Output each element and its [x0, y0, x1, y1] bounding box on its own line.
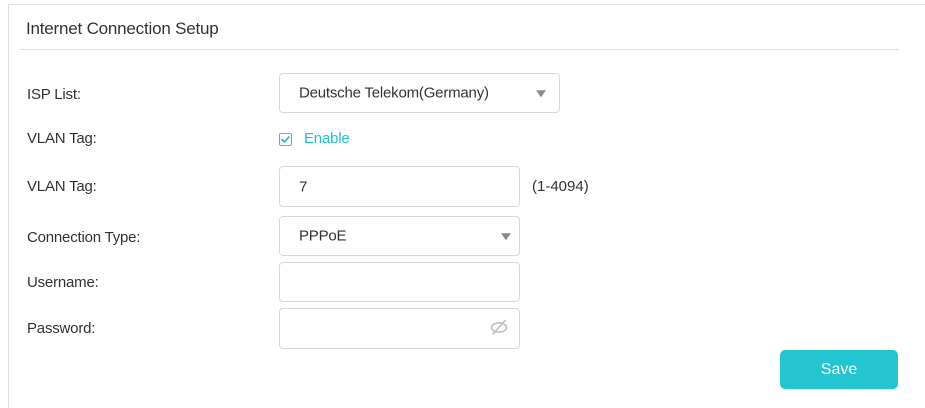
vlan-enable-checkbox[interactable] — [279, 133, 292, 146]
checkmark-icon — [281, 136, 290, 143]
vlan-tag-label: VLAN Tag: — [27, 178, 97, 195]
vlan-enable-text[interactable]: Enable — [304, 130, 350, 147]
connection-type-label: Connection Type: — [27, 229, 141, 246]
password-input[interactable] — [279, 308, 520, 349]
title-divider — [20, 49, 899, 50]
username-label: Username: — [27, 274, 99, 291]
vlan-enable-label: VLAN Tag: — [27, 130, 97, 147]
caret-down-icon — [536, 90, 546, 98]
eye-hidden-icon[interactable] — [489, 319, 509, 339]
username-input[interactable] — [279, 262, 520, 302]
isp-list-value: Deutsche Telekom(Germany) — [299, 84, 489, 102]
vlan-tag-input[interactable]: 7 — [279, 166, 520, 207]
save-button[interactable]: Save — [780, 350, 898, 389]
connection-type-select[interactable]: PPPoE — [279, 216, 520, 256]
isp-list-label: ISP List: — [27, 86, 81, 103]
vlan-tag-range-hint: (1-4094) — [532, 178, 589, 195]
vlan-tag-value: 7 — [299, 178, 308, 195]
connection-type-value: PPPoE — [299, 227, 347, 245]
page-title: Internet Connection Setup — [26, 19, 219, 38]
password-label: Password: — [27, 320, 96, 337]
isp-list-select[interactable]: Deutsche Telekom(Germany) — [279, 73, 560, 113]
caret-down-icon — [501, 233, 511, 241]
